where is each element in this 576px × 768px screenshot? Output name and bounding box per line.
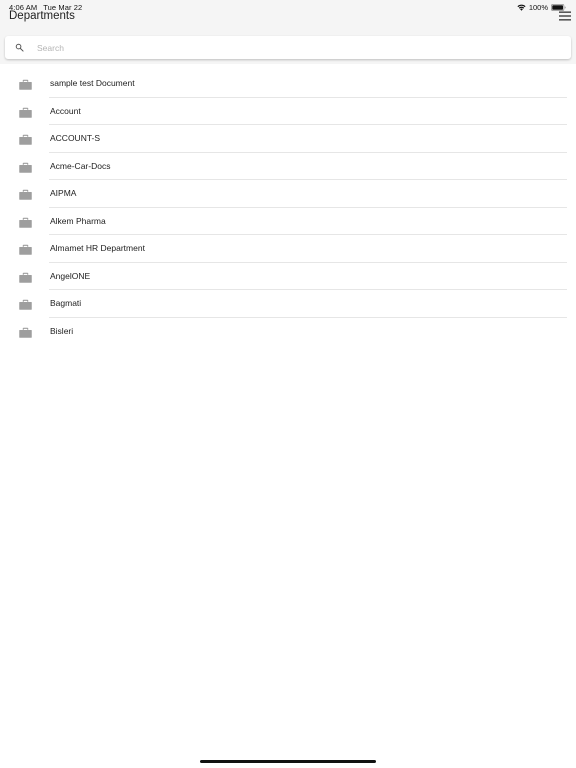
department-name: Account [50, 105, 81, 116]
department-name: sample test Document [50, 78, 135, 88]
briefcase-icon [19, 134, 32, 145]
briefcase-icon [19, 217, 32, 228]
department-name: Acme-Car-Docs [50, 160, 111, 171]
search-input[interactable] [37, 42, 537, 53]
hamburger-menu-icon [559, 11, 571, 21]
list-item[interactable]: sample test Document [0, 70, 576, 98]
page-title: Departments [9, 10, 75, 22]
search-icon [15, 43, 24, 52]
home-indicator[interactable] [200, 760, 376, 763]
briefcase-icon [19, 107, 32, 118]
briefcase-icon [19, 79, 32, 90]
list-item[interactable]: Alkem Pharma [0, 208, 576, 236]
department-name: Alkem Pharma [50, 215, 106, 226]
wifi-icon [517, 4, 526, 11]
list-item[interactable]: AIPMA [0, 180, 576, 208]
department-list: sample test Document Account ACCOUNT-S A… [0, 70, 576, 345]
menu-button[interactable] [558, 9, 572, 23]
briefcase-icon [19, 189, 32, 200]
briefcase-icon [19, 299, 32, 310]
briefcase-icon [19, 162, 32, 173]
department-name: Bagmati [50, 298, 82, 308]
department-name: AngelONE [50, 270, 91, 281]
briefcase-icon [19, 327, 32, 338]
list-item[interactable]: Account [0, 98, 576, 126]
department-name: Almamet HR Department [50, 243, 145, 253]
search-bar[interactable] [5, 36, 571, 59]
briefcase-icon [19, 272, 32, 283]
list-item[interactable]: Acme-Car-Docs [0, 153, 576, 181]
department-name: AIPMA [50, 188, 77, 198]
list-item[interactable]: Bagmati [0, 290, 576, 318]
list-item[interactable]: Bisleri [0, 318, 576, 346]
list-item[interactable]: Almamet HR Department [0, 235, 576, 263]
battery-percentage: 100% [528, 2, 548, 12]
list-item[interactable]: ACCOUNT-S [0, 125, 576, 153]
briefcase-icon [19, 244, 32, 255]
department-name: ACCOUNT-S [50, 133, 101, 143]
list-item[interactable]: AngelONE [0, 263, 576, 291]
app-screen: 4:06 AM Tue Mar 22 100% Departments Sear… [0, 0, 576, 768]
department-name: Bisleri [50, 325, 74, 336]
